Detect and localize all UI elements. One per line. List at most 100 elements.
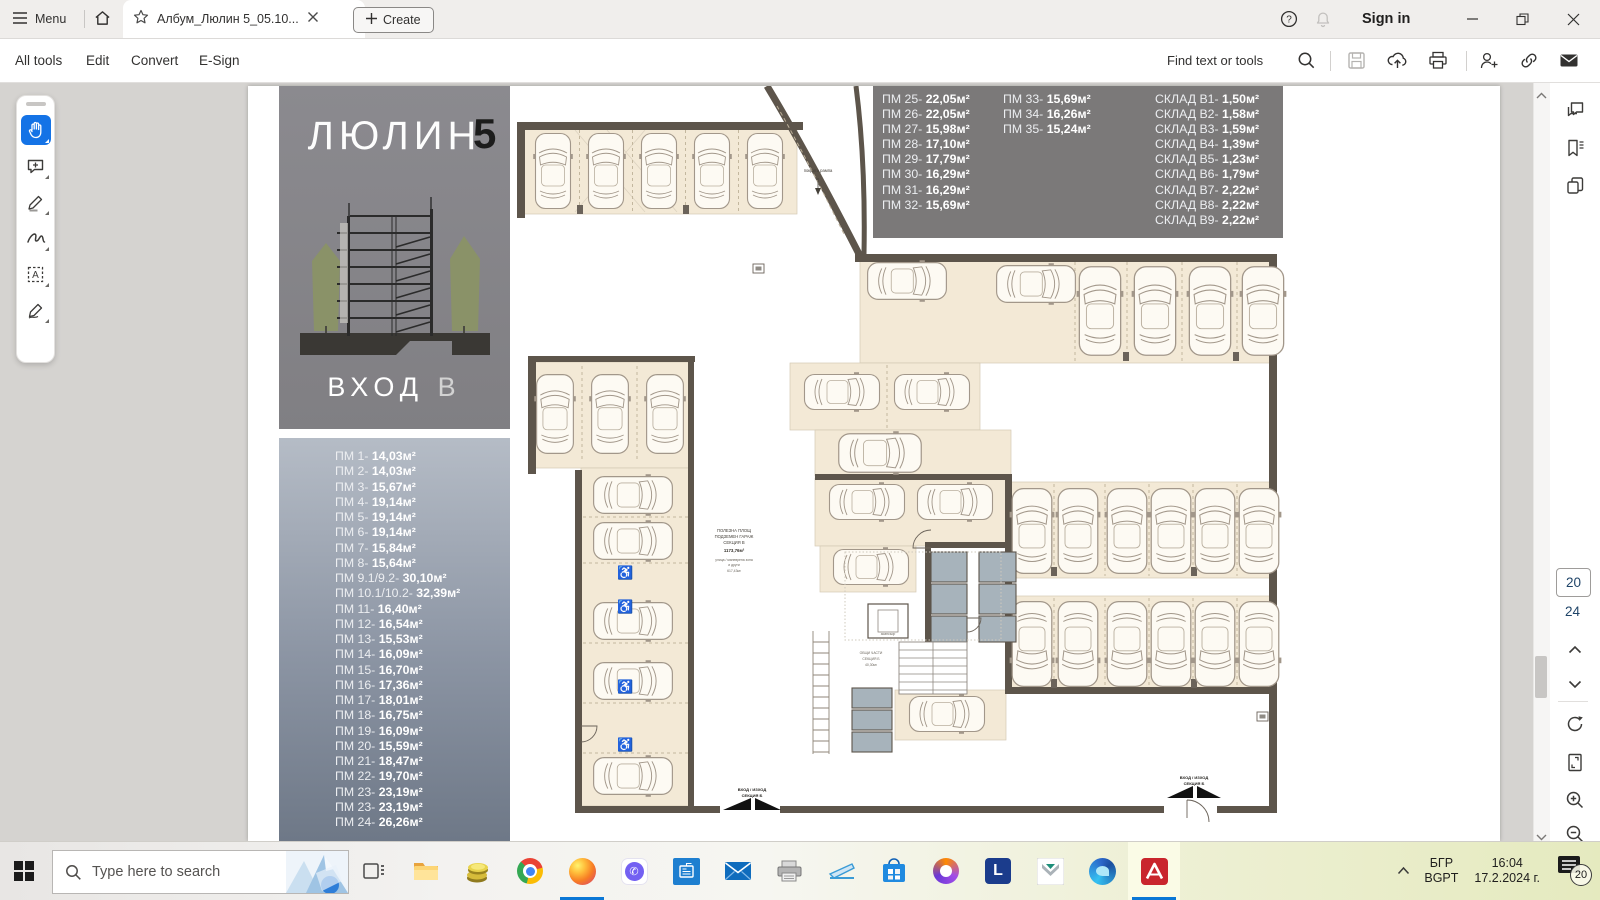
edge-icon[interactable]: [1076, 842, 1128, 900]
area-row: ПМ 9.1/9.2- 30,10м²: [335, 571, 510, 586]
avast-icon[interactable]: [920, 842, 972, 900]
clock[interactable]: 16:04 17.2.2024 г.: [1474, 856, 1540, 886]
edit-menu[interactable]: Edit: [86, 39, 109, 82]
tab-close-icon[interactable]: [307, 10, 319, 28]
find-text-label[interactable]: Find text or tools: [1167, 39, 1263, 82]
area-row: ПМ 26- 22,05м²: [882, 107, 970, 122]
chrome-icon[interactable]: [504, 842, 556, 900]
total-pages-label: 24: [1556, 604, 1589, 619]
microsoft-store-icon[interactable]: [868, 842, 920, 900]
acrobat-window: Menu Албум_Люлин 5_05.10... Create ?: [0, 0, 1600, 899]
scrollbar-thumb[interactable]: [1535, 656, 1547, 698]
vertical-scrollbar[interactable]: [1533, 83, 1550, 841]
coins-app-icon[interactable]: [452, 842, 504, 900]
area-row: ПМ 14- 16,09м²: [335, 647, 510, 662]
close-button[interactable]: [1550, 0, 1596, 38]
zoom-out-icon[interactable]: [1562, 821, 1588, 841]
search-icon[interactable]: [1290, 44, 1322, 76]
esign-menu[interactable]: E-Sign: [199, 39, 240, 82]
area-row: ПМ 33- 15,69м²: [1003, 92, 1091, 107]
notifications-bell-icon[interactable]: [1300, 0, 1346, 38]
highlight-tool-button[interactable]: [21, 187, 51, 217]
divider: [1466, 51, 1467, 71]
bookmarks-panel-icon[interactable]: [1562, 135, 1588, 161]
save-icon[interactable]: [1340, 44, 1372, 76]
menu-button[interactable]: Menu: [12, 0, 66, 38]
email-icon[interactable]: [1553, 44, 1585, 76]
svg-text:покрита рампа: покрита рампа: [804, 168, 833, 173]
page-thumbnails-icon[interactable]: [1562, 173, 1588, 199]
add-comment-tool-button[interactable]: [21, 151, 51, 181]
create-tab-button[interactable]: Create: [353, 7, 434, 33]
file-explorer-icon[interactable]: [400, 842, 452, 900]
document-tab[interactable]: Албум_Люлин 5_05.10...: [123, 0, 365, 38]
language-indicator[interactable]: БГР BGPT: [1424, 856, 1458, 886]
star-icon[interactable]: [133, 9, 149, 30]
draw-tool-button[interactable]: [21, 223, 51, 253]
windows-taskbar: Type here to search ✆: [0, 841, 1600, 900]
area-row: СКЛАД В1- 1,50м²: [1155, 92, 1259, 107]
scanner-icon[interactable]: [816, 842, 868, 900]
comments-panel-icon[interactable]: [1562, 97, 1588, 123]
area-row: СКЛАД В4- 1,39м²: [1155, 137, 1259, 152]
upload-cloud-icon[interactable]: [1381, 44, 1413, 76]
entrance-title: ВХОД В: [279, 372, 510, 403]
svg-text:ВХОД / ИЗХОД: ВХОД / ИЗХОД: [1180, 775, 1209, 780]
drag-handle[interactable]: [26, 102, 46, 106]
fill-sign-tool-button[interactable]: [21, 295, 51, 325]
restore-button[interactable]: [1499, 0, 1545, 38]
svg-text:♿: ♿: [617, 599, 633, 614]
link-icon[interactable]: [1513, 44, 1545, 76]
scroll-up-icon[interactable]: [1536, 87, 1547, 105]
svg-text:ВХОД / ИЗХОД: ВХОД / ИЗХОД: [738, 787, 767, 792]
search-highlights-image[interactable]: [286, 851, 348, 893]
tray-expand-icon[interactable]: [1397, 862, 1410, 880]
rotate-page-icon[interactable]: [1562, 711, 1588, 737]
all-tools-menu[interactable]: All tools: [15, 39, 62, 82]
svg-text:1173,76м²: 1173,76м²: [724, 548, 745, 553]
area-row: СКЛАД В6- 1,79м²: [1155, 167, 1259, 182]
convert-menu[interactable]: Convert: [131, 39, 178, 82]
acrobat-icon[interactable]: [1128, 842, 1180, 900]
request-signature-icon[interactable]: [1473, 44, 1505, 76]
sign-in-button[interactable]: Sign in: [1362, 0, 1410, 38]
current-page-input[interactable]: 20: [1556, 568, 1591, 597]
area-row: ПМ 32- 15,69м²: [882, 198, 970, 213]
area-row: ПМ 28- 17,10м²: [882, 137, 970, 152]
fax-printer-icon[interactable]: [764, 842, 816, 900]
print-icon[interactable]: [1422, 44, 1454, 76]
home-button[interactable]: [94, 0, 111, 38]
titlebar: Menu Албум_Люлин 5_05.10... Create ?: [0, 0, 1600, 39]
common-area-label: ОБЩИ ЧАСТИ СЕКЦИЯ Б 40,30м²: [860, 651, 883, 667]
minimize-button[interactable]: [1450, 0, 1496, 38]
menu-label: Menu: [35, 12, 66, 26]
document-workspace: ♿ ♿ ♿ ♿: [0, 83, 1600, 841]
elevator: асансьор: [868, 604, 908, 638]
firefox-icon[interactable]: [556, 842, 608, 900]
svg-text:улица / маневрена зона: улица / маневрена зона: [715, 558, 753, 562]
hand-tool-button[interactable]: [21, 115, 51, 145]
start-button[interactable]: [0, 842, 48, 900]
notification-center-icon[interactable]: 20: [1556, 852, 1594, 890]
mail-icon[interactable]: [712, 842, 764, 900]
toolbar: All tools Edit Convert E-Sign Find text …: [0, 39, 1600, 83]
taskbar-search-input[interactable]: Type here to search: [52, 850, 349, 894]
viber-icon[interactable]: ✆: [608, 842, 660, 900]
area-row: ПМ 23- 23,19м²: [335, 800, 510, 815]
system-tray: БГР BGPT 16:04 17.2.2024 г. 20: [1397, 842, 1600, 900]
area-row: ПМ 3- 15,67м²: [335, 480, 510, 495]
text-box-tool-button[interactable]: A: [21, 259, 51, 289]
fit-page-icon[interactable]: [1562, 749, 1588, 775]
next-page-icon[interactable]: [1562, 671, 1588, 697]
zoom-in-icon[interactable]: [1562, 787, 1588, 813]
pdf-page: ♿ ♿ ♿ ♿: [248, 86, 1500, 841]
area-row: ПМ 8- 15,64м²: [335, 556, 510, 571]
v-app-icon[interactable]: [1024, 842, 1076, 900]
scroll-down-icon[interactable]: [1536, 828, 1547, 841]
task-view-button[interactable]: [352, 842, 396, 900]
svg-text:♿: ♿: [617, 679, 633, 694]
previous-page-icon[interactable]: [1562, 636, 1588, 662]
l-app-icon[interactable]: L: [972, 842, 1024, 900]
svg-text:♿: ♿: [617, 565, 633, 580]
id-card-app-icon[interactable]: [660, 842, 712, 900]
